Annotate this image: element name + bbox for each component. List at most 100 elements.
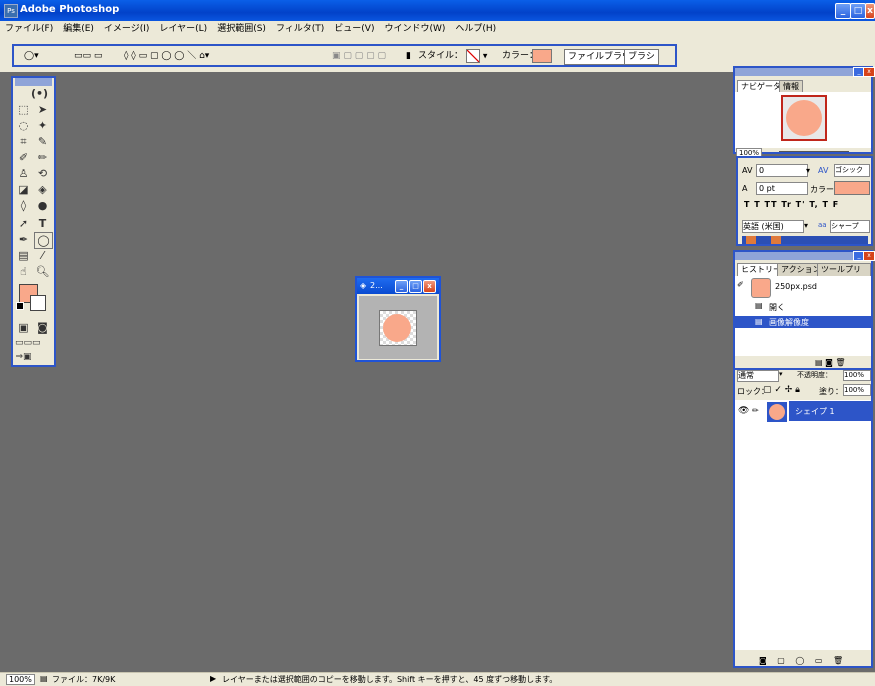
tab-brush[interactable]: ブラシ <box>624 49 659 65</box>
hand-icon[interactable]: ☝ <box>15 264 32 279</box>
shape-mode-icons[interactable]: ▭▭ ▭ <box>74 49 102 63</box>
menu-window[interactable]: ウインドウ(W) <box>379 21 450 38</box>
navigator-thumbnail <box>786 100 822 136</box>
language-select[interactable]: 英語 (米国) <box>742 220 804 233</box>
navigator-close-button[interactable]: x <box>863 67 875 77</box>
menu-edit[interactable]: 編集(E) <box>58 21 99 38</box>
zoom-icon[interactable]: 🔍︎ <box>34 264 51 279</box>
dodge-icon[interactable]: ● <box>34 198 51 213</box>
ellipse-shape[interactable] <box>383 314 411 342</box>
snapshot-thumbnail <box>751 278 771 298</box>
fill-field[interactable]: 100% <box>843 384 871 396</box>
snapshot-label[interactable]: 250px.psd <box>775 282 817 291</box>
eyedropper-icon[interactable]: ⁄ <box>34 248 51 263</box>
layer-row[interactable]: 👁︎ ✏ シェイプ 1 <box>735 400 871 424</box>
title-bar: Ps Adobe Photoshop _ □ x <box>0 0 875 21</box>
lock-icons[interactable]: ▢ ✓ ✢ 🔒︎ <box>763 385 800 395</box>
tracking-dropdown-icon[interactable]: ▾ <box>806 166 810 175</box>
marquee-icon[interactable]: ⬚ <box>15 102 32 117</box>
navigator-panel: _ x ナビゲータ 情報 100% <box>733 66 875 158</box>
baseline-field[interactable]: 0 pt <box>756 182 808 195</box>
stamp-icon[interactable]: ♙ <box>15 166 32 181</box>
quick-mask-icon[interactable]: ◙ <box>34 320 51 335</box>
text-color-swatch[interactable] <box>834 181 870 195</box>
style-picker[interactable]: ▾ <box>466 49 487 63</box>
menu-select[interactable]: 選択範囲(S) <box>212 21 271 38</box>
document-maximize-button[interactable]: □ <box>409 280 422 293</box>
opacity-field[interactable]: 100% <box>843 370 871 381</box>
status-arrow-icon[interactable]: ▶ <box>210 674 216 683</box>
blend-mode-dropdown-icon[interactable]: ▾ <box>779 370 783 378</box>
document-minimize-button[interactable]: _ <box>395 280 408 293</box>
menu-layer[interactable]: レイヤー(L) <box>154 21 212 38</box>
app-title: Adobe Photoshop <box>20 4 120 15</box>
type-style-buttons[interactable]: T T TT Tr T' T, T F <box>744 200 839 209</box>
font-icon: AV <box>818 166 829 175</box>
menu-file[interactable]: ファイル(F) <box>0 21 58 38</box>
baseline-icon: A <box>742 184 748 193</box>
blend-mode-select[interactable]: 通常 <box>737 370 779 382</box>
history-step-icon: ▤ <box>755 317 763 326</box>
document-window[interactable]: ◈ 2... _ □ x <box>355 276 441 362</box>
menu-view[interactable]: ビュー(V) <box>329 21 379 38</box>
history-list: ✐ 250px.psd ▤ 開く ▤ 画像解像度 <box>735 276 871 356</box>
maximize-button[interactable]: □ <box>850 3 866 19</box>
menu-image[interactable]: イメージ(I) <box>99 21 155 38</box>
eye-logo-icon[interactable]: (•) <box>31 86 48 101</box>
background-color-swatch[interactable] <box>30 295 46 311</box>
navigator-view-box[interactable] <box>781 95 827 141</box>
notes-icon[interactable]: ▤ <box>15 248 32 263</box>
document-title-bar[interactable]: ◈ 2... _ □ x <box>357 278 439 294</box>
history-close-button[interactable]: x <box>863 251 875 261</box>
options-bar-panel: ◯▾ ▭▭ ▭ ◊ ◊ ▭ ▢ ◯ ◯ ＼ ⌂▾ ▣ ▢ ▢ ▢ ▢ ▮ スタイ… <box>12 44 677 67</box>
screen-mode-icons[interactable]: ▭▭▭ <box>15 336 41 351</box>
close-button[interactable]: x <box>865 3 875 19</box>
history-item-image-size[interactable]: ▤ 画像解像度 <box>735 316 871 328</box>
character-panel: AV 0 ▾ AV ゴシック A 0 pt カラー： T T TT Tr T' … <box>736 156 873 246</box>
minimize-button[interactable]: _ <box>835 3 851 19</box>
blur-icon[interactable]: ◊ <box>15 198 32 213</box>
magic-wand-icon[interactable]: ✦ <box>34 118 51 133</box>
default-colors-icon[interactable] <box>16 302 24 310</box>
type-icon[interactable]: T <box>34 216 51 231</box>
pen-icon[interactable]: ✒ <box>15 232 32 247</box>
move-icon[interactable]: ➤ <box>34 102 51 117</box>
gradient-icon[interactable]: ◈ <box>34 182 51 197</box>
antialias-icon: aa <box>818 221 827 229</box>
healing-brush-icon[interactable]: ✐ <box>15 150 32 165</box>
eraser-icon[interactable]: ◪ <box>15 182 32 197</box>
standard-mode-icon[interactable]: ▣ <box>15 320 32 335</box>
combine-icons[interactable]: ▣ ▢ ▢ ▢ ▢ <box>332 49 386 63</box>
visibility-eye-icon[interactable]: 👁︎ <box>738 406 749 416</box>
navigator-zoom-slider[interactable] <box>779 151 849 152</box>
language-dropdown-icon[interactable]: ▾ <box>804 221 808 230</box>
history-brush-source-icon[interactable]: ✐ <box>737 280 744 289</box>
layers-panel-buttons[interactable]: ◙ ▢ ◯ ▭ 🗑︎ <box>759 656 847 665</box>
document-icon: ◈ <box>360 281 367 290</box>
history-item-open[interactable]: ▤ 開く <box>735 300 871 314</box>
status-zoom-field[interactable]: 100% <box>6 674 35 685</box>
lasso-icon[interactable]: ◌ <box>15 118 32 133</box>
tool-preset-icon[interactable]: ◯▾ <box>24 49 39 63</box>
slice-icon[interactable]: ✎ <box>34 134 51 149</box>
document-canvas[interactable] <box>379 310 417 346</box>
crop-icon[interactable]: ⌗ <box>15 134 32 149</box>
shape-tool-icons[interactable]: ◊ ◊ ▭ ▢ ◯ ◯ ＼ ⌂▾ <box>124 49 209 63</box>
tab-tool-presets[interactable]: ツールプリセット <box>817 263 871 286</box>
antialias-select[interactable]: シャープ <box>830 220 870 233</box>
link-icon[interactable]: ▮ <box>406 49 411 63</box>
document-canvas-area <box>359 296 437 359</box>
history-panel-buttons[interactable]: ▤ ◙ 🗑︎ <box>815 358 846 367</box>
font-field[interactable]: ゴシック <box>834 164 870 177</box>
menu-filter[interactable]: フィルタ(T) <box>271 21 329 38</box>
history-brush-icon[interactable]: ⟲ <box>34 166 51 181</box>
menu-help[interactable]: ヘルプ(H) <box>450 21 501 38</box>
shape-color-swatch[interactable] <box>532 49 552 63</box>
ellipse-shape-icon[interactable]: ◯ <box>34 232 53 249</box>
tracking-field[interactable]: 0 <box>756 164 808 177</box>
document-close-button[interactable]: x <box>423 280 436 293</box>
path-select-icon[interactable]: ➚ <box>15 216 32 231</box>
layer-name: シェイプ 1 <box>795 407 835 416</box>
jump-to-imageready-icon[interactable]: ⇒▣ <box>15 350 32 365</box>
brush-icon[interactable]: ✏ <box>34 150 51 165</box>
